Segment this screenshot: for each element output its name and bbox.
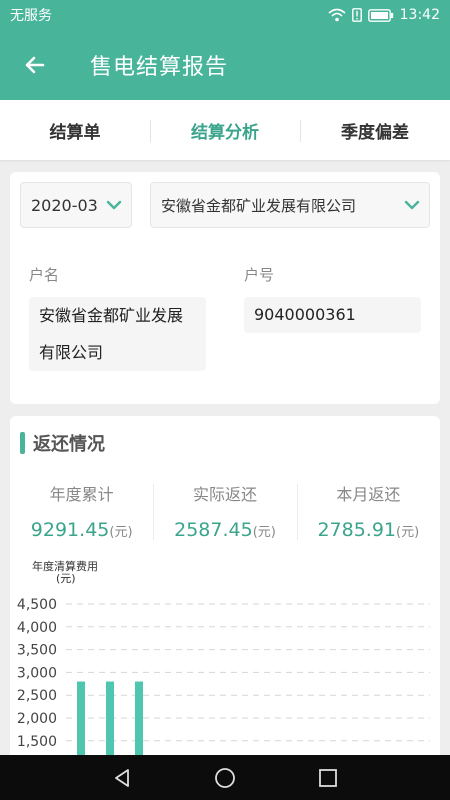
rebate-stats: 年度累计 9291.45(元) 实际返还 2587.45(元) 本月返还 278… bbox=[10, 476, 440, 546]
back-button[interactable] bbox=[0, 30, 70, 100]
clock-text: 13:42 bbox=[399, 7, 440, 23]
tab-bar: 结算单 结算分析 季度偏差 bbox=[0, 100, 450, 160]
stat-number: 2587.45 bbox=[174, 519, 253, 541]
chart-ytick-label: 4,000 bbox=[17, 620, 57, 636]
section-header: 返还情况 bbox=[20, 430, 105, 456]
account-name-line1: 安徽省金都矿业发展 bbox=[39, 306, 184, 325]
chart-ytick-label: 4,500 bbox=[17, 597, 57, 613]
chart-ytick-label: 3,500 bbox=[17, 643, 57, 659]
company-select[interactable]: 安徽省金都矿业发展有限公司 bbox=[150, 182, 430, 228]
tab-settlement-statement[interactable]: 结算单 bbox=[0, 118, 150, 143]
section-accent-bar bbox=[20, 432, 25, 454]
month-select[interactable]: 2020-03 bbox=[20, 182, 132, 228]
stat-unit: (元) bbox=[109, 525, 133, 540]
tab-quarterly-deviation[interactable]: 季度偏差 bbox=[300, 118, 450, 143]
app-bar: 售电结算报告 bbox=[0, 30, 450, 100]
tab-settlement-analysis[interactable]: 结算分析 bbox=[150, 118, 300, 143]
account-number-label: 户号 bbox=[244, 266, 275, 284]
chart-ytick-label: 2,500 bbox=[17, 688, 57, 704]
stat-label: 年度累计 bbox=[49, 485, 114, 504]
account-card: 2020-03 安徽省金都矿业发展有限公司 户名 户号 安徽省金都矿业发展 有限… bbox=[10, 172, 440, 404]
wifi-icon bbox=[328, 8, 346, 22]
stat-label: 实际返还 bbox=[192, 485, 257, 504]
stat-actual-rebate: 实际返还 2587.45(元) bbox=[153, 476, 296, 546]
status-bar: 无服务 13:42 bbox=[0, 0, 450, 30]
company-select-value: 安徽省金都矿业发展有限公司 bbox=[161, 196, 357, 215]
nav-home-icon[interactable] bbox=[214, 767, 236, 789]
chevron-down-icon bbox=[106, 200, 122, 210]
account-name-line2: 有限公司 bbox=[39, 343, 104, 362]
chart-ytick-label: 3,000 bbox=[17, 665, 57, 681]
account-number-value: 9040000361 bbox=[244, 297, 421, 333]
stat-value: 9291.45(元) bbox=[10, 519, 153, 541]
battery-icon bbox=[367, 8, 393, 22]
stat-unit: (元) bbox=[252, 525, 276, 540]
carrier-text: 无服务 bbox=[10, 8, 52, 24]
chevron-down-icon bbox=[404, 200, 420, 210]
nav-recents-icon[interactable] bbox=[317, 767, 339, 789]
stat-value: 2785.91(元) bbox=[297, 519, 440, 541]
chart-ylabel: 年度清算费用 bbox=[32, 559, 98, 573]
status-icons: 13:42 bbox=[328, 7, 440, 23]
stat-number: 9291.45 bbox=[30, 519, 110, 541]
arrow-left-icon bbox=[25, 56, 45, 74]
stat-annual-total: 年度累计 9291.45(元) bbox=[10, 476, 153, 546]
account-name-value: 安徽省金都矿业发展 有限公司 bbox=[29, 297, 206, 371]
chart-yunit: (元) bbox=[56, 572, 76, 585]
chart-ytick-label: 1,500 bbox=[17, 734, 57, 750]
page-title: 售电结算报告 bbox=[90, 55, 229, 80]
nav-back-icon[interactable] bbox=[111, 767, 133, 789]
stat-number: 2785.91 bbox=[317, 519, 397, 541]
rebate-card: 返还情况 年度累计 9291.45(元) 实际返还 2587.45(元) 本月返… bbox=[10, 416, 440, 800]
account-name-label: 户名 bbox=[29, 266, 60, 284]
section-title: 返还情况 bbox=[33, 434, 105, 455]
system-nav-bar bbox=[0, 755, 450, 800]
stat-value: 2587.45(元) bbox=[153, 519, 296, 541]
sim-alert-icon bbox=[351, 8, 362, 22]
stat-monthly-rebate: 本月返还 2785.91(元) bbox=[296, 476, 440, 546]
chart-ytick-label: 2,000 bbox=[17, 711, 57, 727]
stat-label: 本月返还 bbox=[336, 485, 401, 504]
month-select-value: 2020-03 bbox=[31, 195, 98, 215]
stat-unit: (元) bbox=[396, 525, 420, 540]
